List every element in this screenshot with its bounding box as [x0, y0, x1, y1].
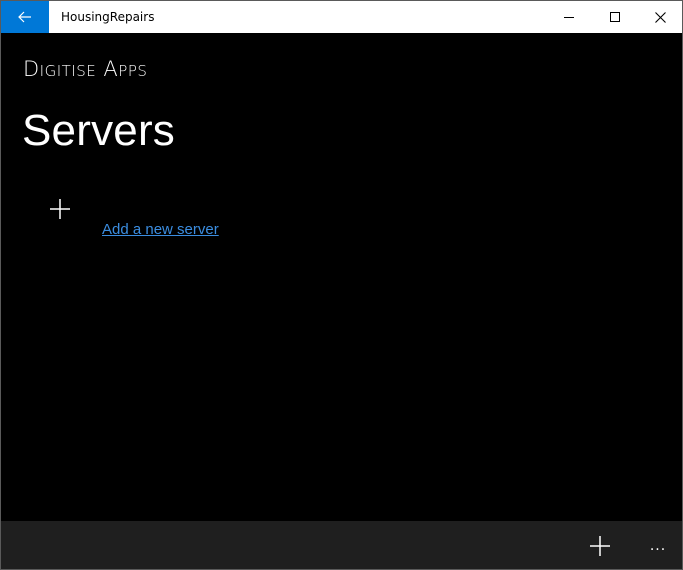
minimize-button[interactable]: [546, 1, 592, 33]
title-bar: HousingRepairs: [1, 1, 682, 33]
add-server-link[interactable]: Add a new server: [102, 220, 219, 240]
back-button[interactable]: [1, 1, 49, 33]
page-title: Servers: [22, 106, 175, 155]
more-icon: ...: [649, 538, 667, 554]
maximize-icon: [610, 12, 620, 22]
plus-icon: [590, 536, 610, 556]
app-bar: ...: [1, 521, 682, 569]
app-window: HousingRepairs Digitise Apps Servers Add…: [0, 0, 683, 570]
minimize-icon: [564, 17, 574, 18]
window-title: HousingRepairs: [61, 10, 155, 24]
close-icon: [654, 11, 666, 23]
maximize-button[interactable]: [592, 1, 638, 33]
close-button[interactable]: [637, 1, 682, 33]
more-button[interactable]: ...: [641, 533, 675, 559]
add-server-icon-button[interactable]: [48, 197, 72, 221]
brand-name: Digitise Apps: [23, 57, 148, 81]
plus-icon: [50, 199, 70, 219]
back-arrow-icon: [18, 11, 31, 23]
appbar-add-button[interactable]: [587, 533, 613, 559]
